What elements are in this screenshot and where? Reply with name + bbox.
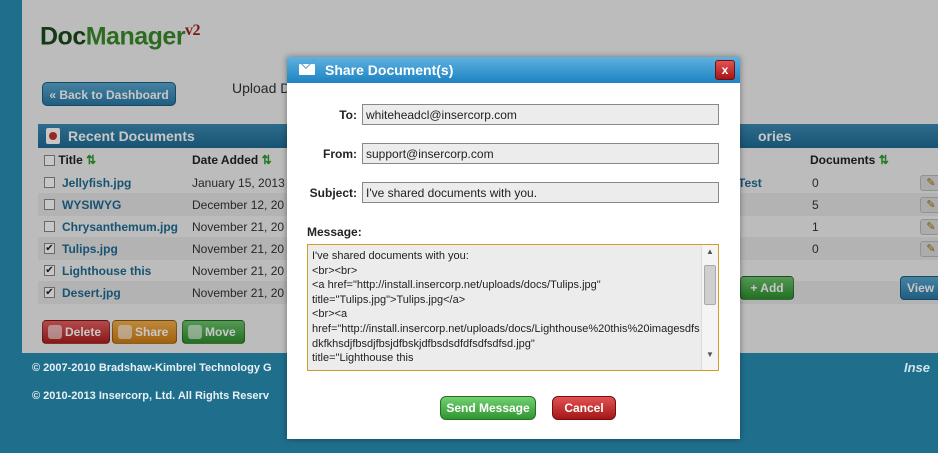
- row-checkbox[interactable]: ✔: [44, 243, 55, 254]
- row-checkbox[interactable]: [44, 177, 55, 188]
- document-count: 1: [812, 220, 819, 234]
- subject-label: Subject:: [309, 186, 357, 200]
- sort-icon[interactable]: ⇅: [879, 153, 889, 167]
- close-button[interactable]: x: [715, 60, 735, 80]
- sort-icon[interactable]: ⇅: [86, 153, 96, 167]
- document-title-link[interactable]: Jellyfish.jpg: [62, 172, 131, 194]
- date-column-header[interactable]: Date Added ⇅: [192, 150, 272, 170]
- to-label: To:: [339, 108, 357, 122]
- document-title-link[interactable]: WYSIWYG: [62, 194, 121, 216]
- select-all-checkbox[interactable]: [44, 155, 55, 166]
- edit-pencil-icon[interactable]: ✎: [920, 241, 938, 257]
- document-title-link[interactable]: Tulips.jpg: [62, 238, 118, 260]
- row-checkbox[interactable]: [44, 199, 55, 210]
- row-checkbox[interactable]: [44, 221, 55, 232]
- to-field[interactable]: [362, 104, 719, 125]
- dialog-header: Share Document(s) x: [287, 57, 740, 83]
- title-column-header[interactable]: Title ⇅: [44, 150, 96, 170]
- document-title-link[interactable]: Desert.jpg: [62, 282, 121, 304]
- edit-pencil-icon[interactable]: ✎: [920, 175, 938, 191]
- document-date: November 21, 20: [192, 220, 285, 234]
- footer-logo: Inse: [904, 360, 931, 375]
- add-category-button[interactable]: + Add: [740, 276, 794, 300]
- sort-icon[interactable]: ⇅: [262, 153, 272, 167]
- envelope-icon: [299, 64, 315, 75]
- back-to-dashboard-button[interactable]: « Back to Dashboard: [42, 82, 176, 106]
- row-checkbox[interactable]: ✔: [44, 265, 55, 276]
- row-checkbox[interactable]: ✔: [44, 287, 55, 298]
- edit-pencil-icon[interactable]: ✎: [920, 197, 938, 213]
- scroll-up-icon[interactable]: ▲: [702, 245, 718, 259]
- document-count: 0: [812, 176, 819, 190]
- footer-copyright-2: © 2010-2013 Insercorp, Ltd. All Rights R…: [32, 390, 269, 402]
- scroll-thumb[interactable]: [704, 265, 716, 305]
- send-message-button[interactable]: Send Message: [440, 396, 536, 420]
- edit-pencil-icon[interactable]: ✎: [920, 219, 938, 235]
- from-label: From:: [323, 147, 357, 161]
- dialog-title: Share Document(s): [325, 62, 454, 78]
- categories-title: ories: [758, 128, 792, 144]
- delete-button[interactable]: Delete: [42, 320, 111, 344]
- pdf-icon: [46, 128, 60, 144]
- move-icon: [188, 325, 202, 339]
- share-button[interactable]: Share: [112, 320, 178, 344]
- document-date: December 12, 20: [192, 198, 285, 212]
- document-count: 0: [812, 242, 819, 256]
- message-scrollbar[interactable]: ▲ ▼: [701, 245, 718, 370]
- cancel-button[interactable]: Cancel: [552, 396, 616, 420]
- document-count: 5: [812, 198, 819, 212]
- message-label: Message:: [307, 225, 362, 239]
- scroll-down-icon[interactable]: ▼: [702, 348, 718, 362]
- move-button[interactable]: Move: [182, 320, 245, 344]
- documents-column-header[interactable]: Documents ⇅: [810, 150, 889, 170]
- upload-label: Upload D: [232, 80, 291, 96]
- footer-copyright-1: © 2007-2010 Bradshaw-Kimbrel Technology …: [32, 362, 272, 374]
- envelope-icon: [118, 325, 132, 339]
- message-textarea[interactable]: I've shared documents with you: <br><br>…: [307, 244, 719, 371]
- document-title-link[interactable]: Chrysanthemum.jpg: [62, 216, 178, 238]
- share-document-dialog: Share Document(s) x To: From: Subject: M…: [287, 57, 740, 439]
- trash-icon: [48, 325, 62, 339]
- document-title-link[interactable]: Lighthouse this: [62, 260, 151, 282]
- document-date: November 21, 20: [192, 264, 285, 278]
- from-field[interactable]: [362, 143, 719, 164]
- view-button[interactable]: View: [900, 276, 938, 300]
- category-link[interactable]: Test: [738, 172, 762, 194]
- document-date: November 21, 20: [192, 286, 285, 300]
- document-date: November 21, 20: [192, 242, 285, 256]
- app-logo: DocManagerv2: [40, 22, 201, 51]
- document-date: January 15, 2013: [192, 176, 285, 190]
- subject-field[interactable]: [362, 182, 719, 203]
